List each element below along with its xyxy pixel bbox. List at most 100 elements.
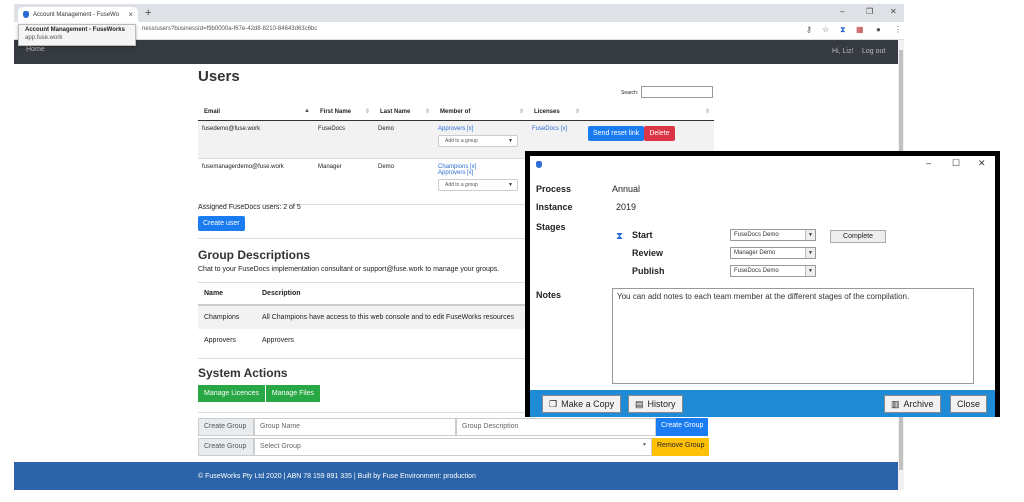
table-row: Champions All Champions have access to t… bbox=[198, 304, 528, 329]
group-name-input[interactable]: Group Name bbox=[254, 418, 456, 436]
col-actions[interactable]: ⇕ bbox=[584, 104, 714, 121]
stage-review-assignee-select[interactable]: Manager Demo ▼ bbox=[730, 247, 816, 259]
star-icon[interactable]: ☆ bbox=[822, 25, 829, 34]
group-description-input[interactable]: Group Description bbox=[456, 418, 656, 436]
chevron-down-icon: ▼ bbox=[805, 230, 815, 240]
cell-group-name: Approvers bbox=[204, 337, 236, 344]
dialog-minimize-icon[interactable]: – bbox=[926, 158, 931, 168]
select-group-dropdown[interactable]: Select Group ▼ bbox=[254, 438, 652, 456]
col-last-name[interactable]: Last Name ⇕ bbox=[374, 104, 434, 121]
create-group-label: Create Group bbox=[198, 438, 254, 456]
tooltip-domain: app.fuse.work bbox=[25, 35, 63, 41]
instance-label: Instance bbox=[536, 202, 573, 212]
cell-last-name: Demo bbox=[374, 120, 434, 159]
history-label: History bbox=[647, 399, 676, 409]
sort-icon: ⇕ bbox=[574, 109, 580, 115]
profile-icon[interactable]: ● bbox=[876, 25, 881, 34]
stage-review-label: Review bbox=[632, 248, 664, 258]
select-value: Select Group bbox=[260, 443, 301, 450]
license-tag[interactable]: FuseDocs [x] bbox=[532, 126, 567, 132]
add-to-group-select[interactable]: Add to a group ▼ bbox=[438, 134, 518, 147]
col-member-of[interactable]: Member of ⇕ bbox=[434, 104, 528, 121]
search-input[interactable] bbox=[641, 86, 713, 98]
col-licenses-label: Licenses bbox=[534, 108, 560, 115]
remove-group-button[interactable]: Remove Group bbox=[652, 438, 710, 456]
assigned-users-count: Assigned FuseDocs users: 2 of 5 bbox=[198, 204, 301, 211]
col-first-name[interactable]: First Name ⇕ bbox=[314, 104, 374, 121]
browser-tab[interactable]: Account Management - FuseWo × bbox=[18, 7, 138, 22]
select-value: Add to a group bbox=[445, 181, 478, 188]
stage-start-label: Start bbox=[632, 230, 653, 240]
close-button[interactable]: Close bbox=[950, 395, 988, 413]
create-group-label: Create Group bbox=[198, 418, 254, 436]
nav-home-link[interactable]: Home bbox=[26, 46, 45, 53]
window-minimize-icon[interactable]: – bbox=[840, 7, 844, 16]
group-tag[interactable]: Approvers [x] bbox=[438, 126, 524, 132]
extension-icon[interactable]: ⧗ bbox=[840, 25, 846, 35]
fuseworks-app-icon bbox=[536, 161, 542, 168]
archive-icon: ▥ bbox=[891, 398, 900, 409]
archive-button[interactable]: ▥ Archive bbox=[884, 395, 941, 413]
cell-group-name: Champions bbox=[198, 304, 256, 329]
groups-table: Name Description Champions All Champions… bbox=[198, 282, 528, 353]
process-value: Annual bbox=[612, 184, 641, 194]
system-actions-buttons: Manage Licences Manage Files bbox=[198, 385, 320, 402]
col-email[interactable]: Email ▲ bbox=[198, 104, 314, 121]
group-tag[interactable]: Approvers [x] bbox=[438, 170, 524, 176]
cell-member-of: Approvers [x] Add to a group ▼ bbox=[434, 120, 528, 159]
remove-group-row: Create Group Select Group ▼ Remove Group bbox=[198, 438, 714, 456]
dialog-titlebar: – ☐ ✕ bbox=[530, 156, 995, 176]
col-first-label: First Name bbox=[320, 108, 352, 115]
instance-value: 2019 bbox=[616, 202, 637, 212]
notes-textarea[interactable]: You can add notes to each team member at… bbox=[612, 288, 974, 384]
cell-group-desc: All Champions have access to this web co… bbox=[256, 304, 528, 329]
nav-logout-link[interactable]: Log out bbox=[862, 48, 885, 55]
process-dialog: – ☐ ✕ Process Annual Instance 2019 Stage… bbox=[525, 151, 1000, 417]
history-button[interactable]: ▤ History bbox=[628, 395, 683, 413]
add-to-group-select[interactable]: Add to a group ▼ bbox=[438, 178, 518, 191]
window-close-icon[interactable]: ✕ bbox=[890, 7, 897, 16]
groups-table-header: Name Description bbox=[198, 282, 528, 306]
key-icon[interactable]: ⚷ bbox=[806, 25, 812, 34]
window-maximize-icon[interactable]: ❐ bbox=[866, 7, 873, 16]
url-text[interactable]: ness/users?businessId=f9b0000a-f67e-42d8… bbox=[142, 26, 317, 32]
new-tab-icon[interactable]: + bbox=[145, 7, 151, 19]
make-copy-button[interactable]: ❐ Make a Copy bbox=[542, 395, 622, 413]
col-last-label: Last Name bbox=[380, 108, 411, 115]
complete-button[interactable]: Complete bbox=[830, 230, 886, 243]
table-row: Approvers Approvers bbox=[198, 329, 528, 353]
sort-asc-icon: ▲ bbox=[304, 108, 310, 114]
delete-button[interactable]: Delete bbox=[644, 125, 675, 141]
dialog-maximize-icon[interactable]: ☐ bbox=[952, 158, 960, 169]
tab-title: Account Management - FuseWo bbox=[33, 11, 119, 18]
manage-licences-button[interactable]: Manage Licences bbox=[198, 385, 265, 402]
users-heading: Users bbox=[198, 68, 240, 85]
cell-last-name: Demo bbox=[374, 158, 434, 205]
cell-group-desc: Approvers bbox=[262, 337, 294, 344]
sort-icon: ⇕ bbox=[424, 109, 430, 115]
col-member-label: Member of bbox=[440, 108, 471, 115]
tab-close-icon[interactable]: × bbox=[128, 10, 133, 19]
col-description: Description bbox=[256, 282, 528, 306]
chevron-down-icon: ▼ bbox=[508, 137, 513, 144]
select-value: FuseDocs Demo bbox=[734, 232, 779, 238]
stage-start-assignee-select[interactable]: FuseDocs Demo ▼ bbox=[730, 229, 816, 241]
manage-files-button[interactable]: Manage Files bbox=[265, 385, 320, 402]
dialog-footer: ❐ Make a Copy ▤ History ▥ Archive Close bbox=[530, 390, 995, 417]
create-group-row: Create Group Group Name Group Descriptio… bbox=[198, 418, 714, 436]
stage-publish-assignee-select[interactable]: FuseDocs Demo ▼ bbox=[730, 265, 816, 277]
system-actions-heading: System Actions bbox=[198, 366, 288, 380]
chevron-down-icon: ▼ bbox=[805, 266, 815, 276]
create-group-button[interactable]: Create Group bbox=[656, 418, 709, 436]
address-bar[interactable]: ness/users?businessId=f9b0000a-f67e-42d8… bbox=[14, 22, 904, 40]
menu-icon[interactable]: ⋮ bbox=[894, 25, 902, 34]
extension-red-icon[interactable]: ▦ bbox=[856, 25, 864, 34]
create-user-button[interactable]: Create user bbox=[198, 216, 245, 231]
history-icon: ▤ bbox=[635, 398, 644, 409]
dialog-close-icon[interactable]: ✕ bbox=[978, 158, 986, 169]
select-value: Add to a group bbox=[445, 137, 478, 144]
sort-icon: ⇕ bbox=[704, 109, 710, 115]
stage-publish-label: Publish bbox=[632, 266, 665, 276]
col-licenses[interactable]: Licenses ⇕ bbox=[528, 104, 584, 121]
send-reset-link-button[interactable]: Send reset link bbox=[588, 125, 645, 141]
